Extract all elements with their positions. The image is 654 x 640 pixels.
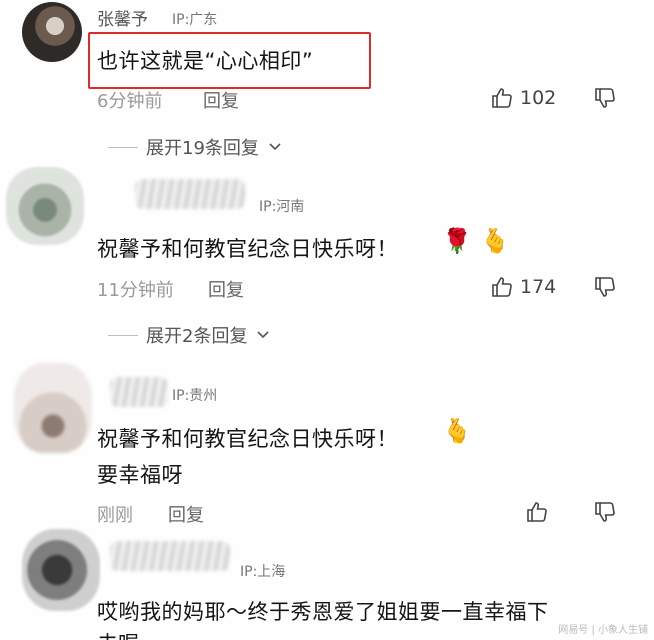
comment-text-line2: 要幸福呀: [97, 463, 183, 487]
avatar[interactable]: [22, 529, 100, 611]
watermark: 网易号 | 小象人生铺: [558, 625, 648, 636]
comment-time: 6分钟前: [97, 91, 163, 112]
like-button[interactable]: 102: [490, 86, 556, 110]
thumbs-down-icon: [595, 277, 615, 297]
comment-text: 祝馨予和何教官纪念日快乐呀！: [97, 427, 398, 451]
avatar[interactable]: [6, 167, 84, 245]
rose-icon: 🌹: [442, 227, 472, 255]
username[interactable]: 张馨予: [97, 5, 148, 30]
like-count: 174: [520, 276, 557, 298]
thumbs-up-icon: [492, 277, 512, 297]
ip-location: IP:广东: [172, 12, 218, 28]
comment-list: 张馨予 IP:广东 也许这就是“心心相印” 6分钟前 回复 102 展开19条回…: [0, 0, 654, 640]
finger-heart-icon: 🫰: [480, 227, 510, 255]
thumbs-down-icon: [595, 88, 615, 108]
dislike-button[interactable]: [593, 86, 617, 114]
comment-text-line2: 去喔: [97, 628, 139, 640]
avatar[interactable]: [22, 2, 82, 62]
like-button[interactable]: [525, 500, 549, 524]
like-count: 102: [520, 87, 557, 109]
finger-heart-icon: 🫰: [442, 417, 472, 445]
comment-time: 刚刚: [97, 505, 133, 526]
username-blurred: [110, 377, 168, 407]
expand-replies-button[interactable]: 展开19条回复: [108, 134, 283, 160]
reply-button[interactable]: 回复: [208, 276, 244, 302]
username-blurred: [135, 179, 245, 209]
username-blurred: [110, 541, 230, 571]
ip-location: IP:上海: [240, 564, 286, 580]
expand-replies-label: 展开2条回复: [146, 326, 248, 347]
thumbs-up-icon: [527, 502, 547, 522]
comment-text: 祝馨予和何教官纪念日快乐呀！: [97, 237, 398, 261]
like-button[interactable]: 174: [490, 275, 556, 299]
ip-location: IP:河南: [259, 199, 305, 215]
divider: [108, 334, 138, 336]
expand-replies-button[interactable]: 展开2条回复: [108, 322, 271, 348]
thumbs-down-icon: [595, 502, 615, 522]
chevron-down-icon: [257, 331, 270, 339]
comment-item: IP:贵州 祝馨予和何教官纪念日快乐呀！ 🫰 要幸福呀 刚刚 回复: [0, 355, 654, 528]
divider: [108, 146, 138, 148]
avatar[interactable]: [14, 363, 92, 453]
comment-text: 也许这就是“心心相印”: [97, 49, 314, 73]
ip-location: IP:贵州: [172, 388, 218, 404]
dislike-button[interactable]: [593, 275, 617, 303]
expand-replies-label: 展开19条回复: [146, 138, 259, 159]
comment-time: 11分钟前: [97, 280, 174, 301]
reply-button[interactable]: 回复: [203, 87, 239, 113]
comment-item: IP:河南 祝馨予和何教官纪念日快乐呀！ 🌹 🫰 11分钟前 回复 174: [0, 165, 654, 315]
chevron-down-icon: [269, 143, 281, 151]
dislike-button[interactable]: [593, 500, 617, 528]
comment-text: 哎哟我的妈耶～终于秀恩爱了姐姐要一直幸福下: [97, 600, 549, 624]
comment-item: 张馨予 IP:广东 也许这就是“心心相印” 6分钟前 回复 102: [0, 0, 654, 120]
thumbs-up-icon: [492, 88, 512, 108]
reply-button[interactable]: 回复: [168, 501, 204, 527]
comment-item: IP:上海 哎哟我的妈耶～终于秀恩爱了姐姐要一直幸福下 去喔: [0, 525, 654, 640]
